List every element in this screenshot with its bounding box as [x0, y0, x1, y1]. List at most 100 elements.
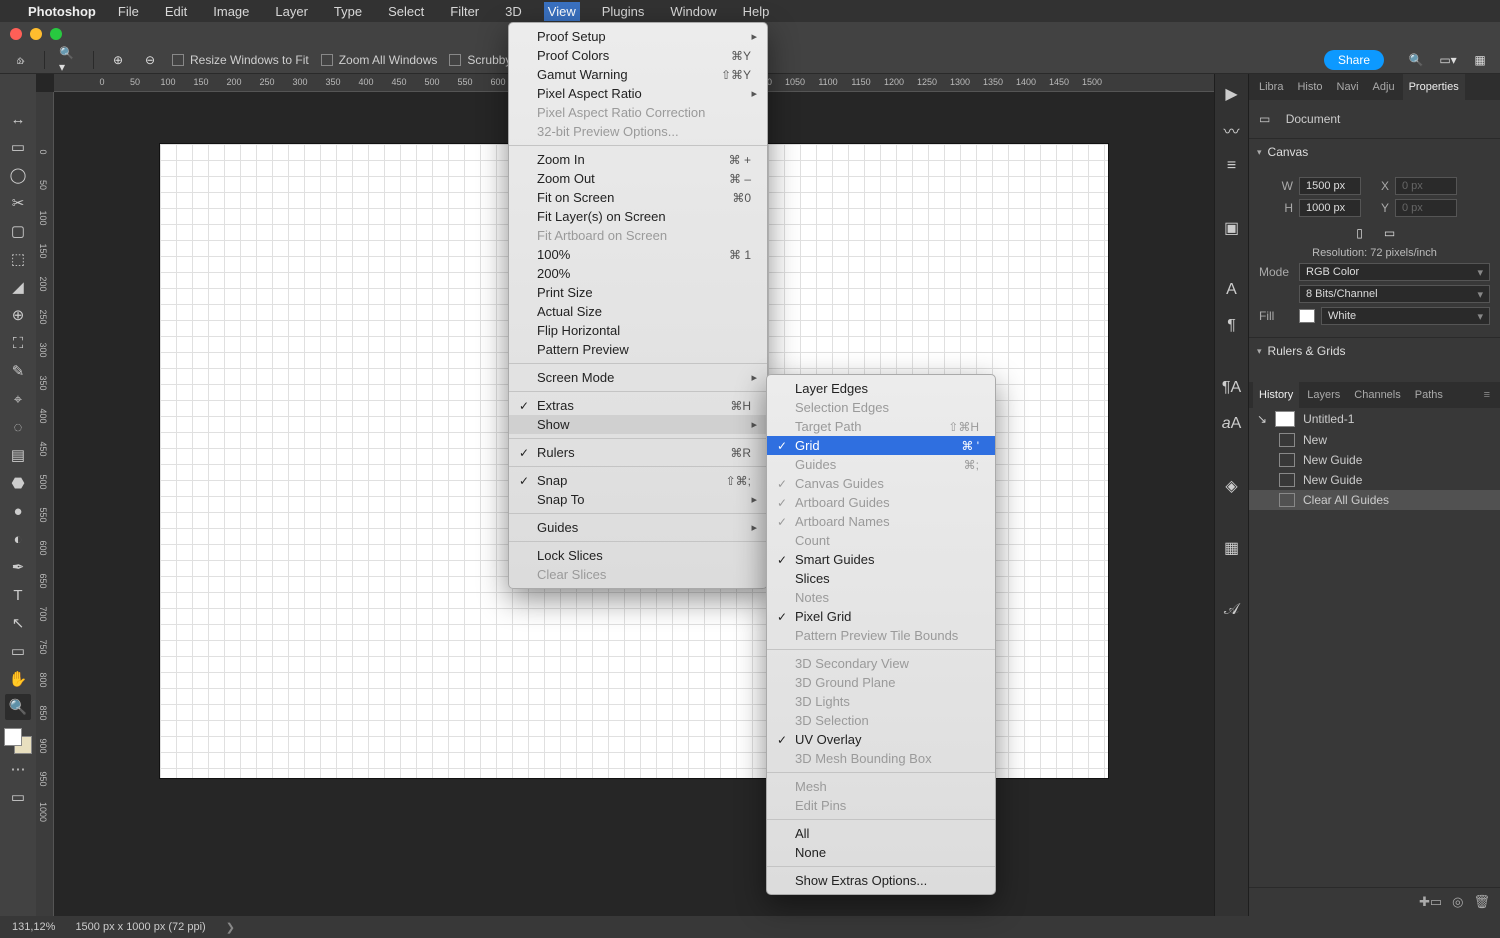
tool-15[interactable]: ◐ [5, 526, 31, 552]
edit-toolbar-icon[interactable]: ⋯ [5, 756, 31, 782]
document-dimensions[interactable]: 1500 px x 1000 px (72 ppi) [75, 921, 205, 933]
tool-5[interactable]: ⬚ [5, 246, 31, 272]
view-menu[interactable]: Proof SetupProof Colors⌘YGamut Warning⇧⌘… [508, 22, 768, 589]
rulers-grids-section-header[interactable]: Rulers & Grids [1249, 337, 1500, 364]
menu-item[interactable]: 200% [509, 264, 767, 283]
panel-menu-icon[interactable]: ≡ [1478, 382, 1496, 408]
3d-icon[interactable]: ◈ [1220, 474, 1244, 498]
zoom-all-windows-checkbox[interactable]: Zoom All Windows [321, 53, 438, 67]
menu-item[interactable]: Rulers⌘R [509, 443, 767, 462]
screen-mode-icon[interactable]: ▭▾ [1438, 50, 1458, 70]
delete-state-icon[interactable]: 🗑 [1473, 894, 1490, 910]
tool-11[interactable]: ◌ [5, 414, 31, 440]
status-flyout-icon[interactable]: ❯ [226, 921, 235, 934]
tool-19[interactable]: ▭ [5, 638, 31, 664]
menu-window[interactable]: Window [666, 2, 720, 21]
search-icon[interactable]: 🔍 [1406, 50, 1426, 70]
menu-item[interactable]: UV Overlay [767, 730, 995, 749]
history-state-row[interactable]: New [1249, 430, 1500, 450]
menu-item[interactable]: Lock Slices [509, 546, 767, 565]
tool-21[interactable]: 🔍 [5, 694, 31, 720]
menu-item[interactable]: Smart Guides [767, 550, 995, 569]
history-brush-source-icon[interactable]: ↘ [1257, 412, 1267, 426]
menu-type[interactable]: Type [330, 2, 366, 21]
menu-item[interactable]: Fit Layer(s) on Screen [509, 207, 767, 226]
menu-help[interactable]: Help [739, 2, 774, 21]
zoom-out-icon[interactable]: ⊖ [140, 50, 160, 70]
play-icon[interactable]: ▶ [1220, 82, 1244, 106]
menu-item[interactable]: Show Extras Options... [767, 871, 995, 890]
tool-14[interactable]: ● [5, 498, 31, 524]
tool-18[interactable]: ↖ [5, 610, 31, 636]
new-doc-from-state-icon[interactable]: ✚▭ [1419, 894, 1442, 910]
menu-item[interactable]: Actual Size [509, 302, 767, 321]
tool-16[interactable]: ✒ [5, 554, 31, 580]
resize-windows-checkbox[interactable]: Resize Windows to Fit [172, 53, 309, 67]
tool-12[interactable]: ▤ [5, 442, 31, 468]
paragraph-icon[interactable]: ¶ [1220, 314, 1244, 338]
menu-item[interactable]: Fit on Screen⌘0 [509, 188, 767, 207]
height-input[interactable]: 1000 px [1299, 199, 1361, 217]
menu-file[interactable]: File [114, 2, 143, 21]
tool-4[interactable]: ▢ [5, 218, 31, 244]
menu-item[interactable]: Flip Horizontal [509, 321, 767, 340]
zoom-level[interactable]: 131,12% [12, 921, 55, 933]
menu-item[interactable]: Extras⌘H [509, 396, 767, 415]
tab-layers[interactable]: Layers [1301, 382, 1346, 408]
menu-select[interactable]: Select [384, 2, 428, 21]
menu-item[interactable]: Proof Colors⌘Y [509, 46, 767, 65]
x-input[interactable]: 0 px [1395, 177, 1457, 195]
adjust-icon[interactable]: ≡ [1220, 154, 1244, 178]
tab-channels[interactable]: Channels [1348, 382, 1406, 408]
screen-mode-tool-icon[interactable]: ▭ [5, 784, 31, 810]
menu-item[interactable]: Snap To [509, 490, 767, 509]
brushes-icon[interactable]: 〰 [1220, 118, 1244, 142]
tool-10[interactable]: ⌖ [5, 386, 31, 412]
menu-item[interactable]: Slices [767, 569, 995, 588]
tool-9[interactable]: ✎ [5, 358, 31, 384]
swatches-icon[interactable]: ▦ [1220, 536, 1244, 560]
y-input[interactable]: 0 px [1395, 199, 1457, 217]
orientation-portrait-icon[interactable]: ▯ [1350, 223, 1370, 243]
menu-item[interactable]: All [767, 824, 995, 843]
vertical-ruler[interactable]: 0501001502002503003504004505005506006507… [36, 92, 54, 916]
menu-item[interactable]: None [767, 843, 995, 862]
new-snapshot-icon[interactable]: ◎ [1452, 894, 1463, 910]
menu-item[interactable]: Gamut Warning⇧⌘Y [509, 65, 767, 84]
menu-item[interactable]: Layer Edges [767, 379, 995, 398]
tool-17[interactable]: T [5, 582, 31, 608]
menu-item[interactable]: Grid⌘ ' [767, 436, 995, 455]
tab-properties[interactable]: Properties [1403, 74, 1465, 100]
menu-item[interactable]: Snap⇧⌘; [509, 471, 767, 490]
color-mode-select[interactable]: RGB Color [1299, 263, 1490, 281]
canvas-section-header[interactable]: Canvas [1249, 138, 1500, 165]
bit-depth-select[interactable]: 8 Bits/Channel [1299, 285, 1490, 303]
panel-icon[interactable]: ▣ [1220, 216, 1244, 240]
show-submenu[interactable]: Layer EdgesSelection EdgesTarget Path⇧⌘H… [766, 374, 996, 895]
tab-libraries[interactable]: Libra [1253, 74, 1289, 100]
menu-3d[interactable]: 3D [501, 2, 526, 21]
menu-item[interactable]: Guides [509, 518, 767, 537]
menu-filter[interactable]: Filter [446, 2, 483, 21]
width-input[interactable]: 1500 px [1299, 177, 1361, 195]
tab-navigator[interactable]: Navi [1331, 74, 1365, 100]
menu-item[interactable]: Print Size [509, 283, 767, 302]
menu-edit[interactable]: Edit [161, 2, 191, 21]
menu-item[interactable]: Screen Mode [509, 368, 767, 387]
menu-item[interactable]: Pixel Grid [767, 607, 995, 626]
zoom-window-icon[interactable] [50, 28, 62, 40]
zoom-in-icon[interactable]: ⊕ [108, 50, 128, 70]
tool-3[interactable]: ✂ [5, 190, 31, 216]
tool-20[interactable]: ✋ [5, 666, 31, 692]
menu-item[interactable]: 100%⌘ 1 [509, 245, 767, 264]
tool-13[interactable]: ⬣ [5, 470, 31, 496]
glyphs-icon[interactable]: aA [1220, 412, 1244, 436]
tool-8[interactable]: ⛶ [5, 330, 31, 356]
history-state-row[interactable]: New Guide [1249, 470, 1500, 490]
workspace-icon[interactable]: ▦ [1470, 50, 1490, 70]
menu-item[interactable]: Zoom In⌘ + [509, 150, 767, 169]
tool-1[interactable]: ▭ [5, 134, 31, 160]
color-swatches[interactable] [4, 728, 32, 754]
close-window-icon[interactable] [10, 28, 22, 40]
menu-plugins[interactable]: Plugins [598, 2, 649, 21]
